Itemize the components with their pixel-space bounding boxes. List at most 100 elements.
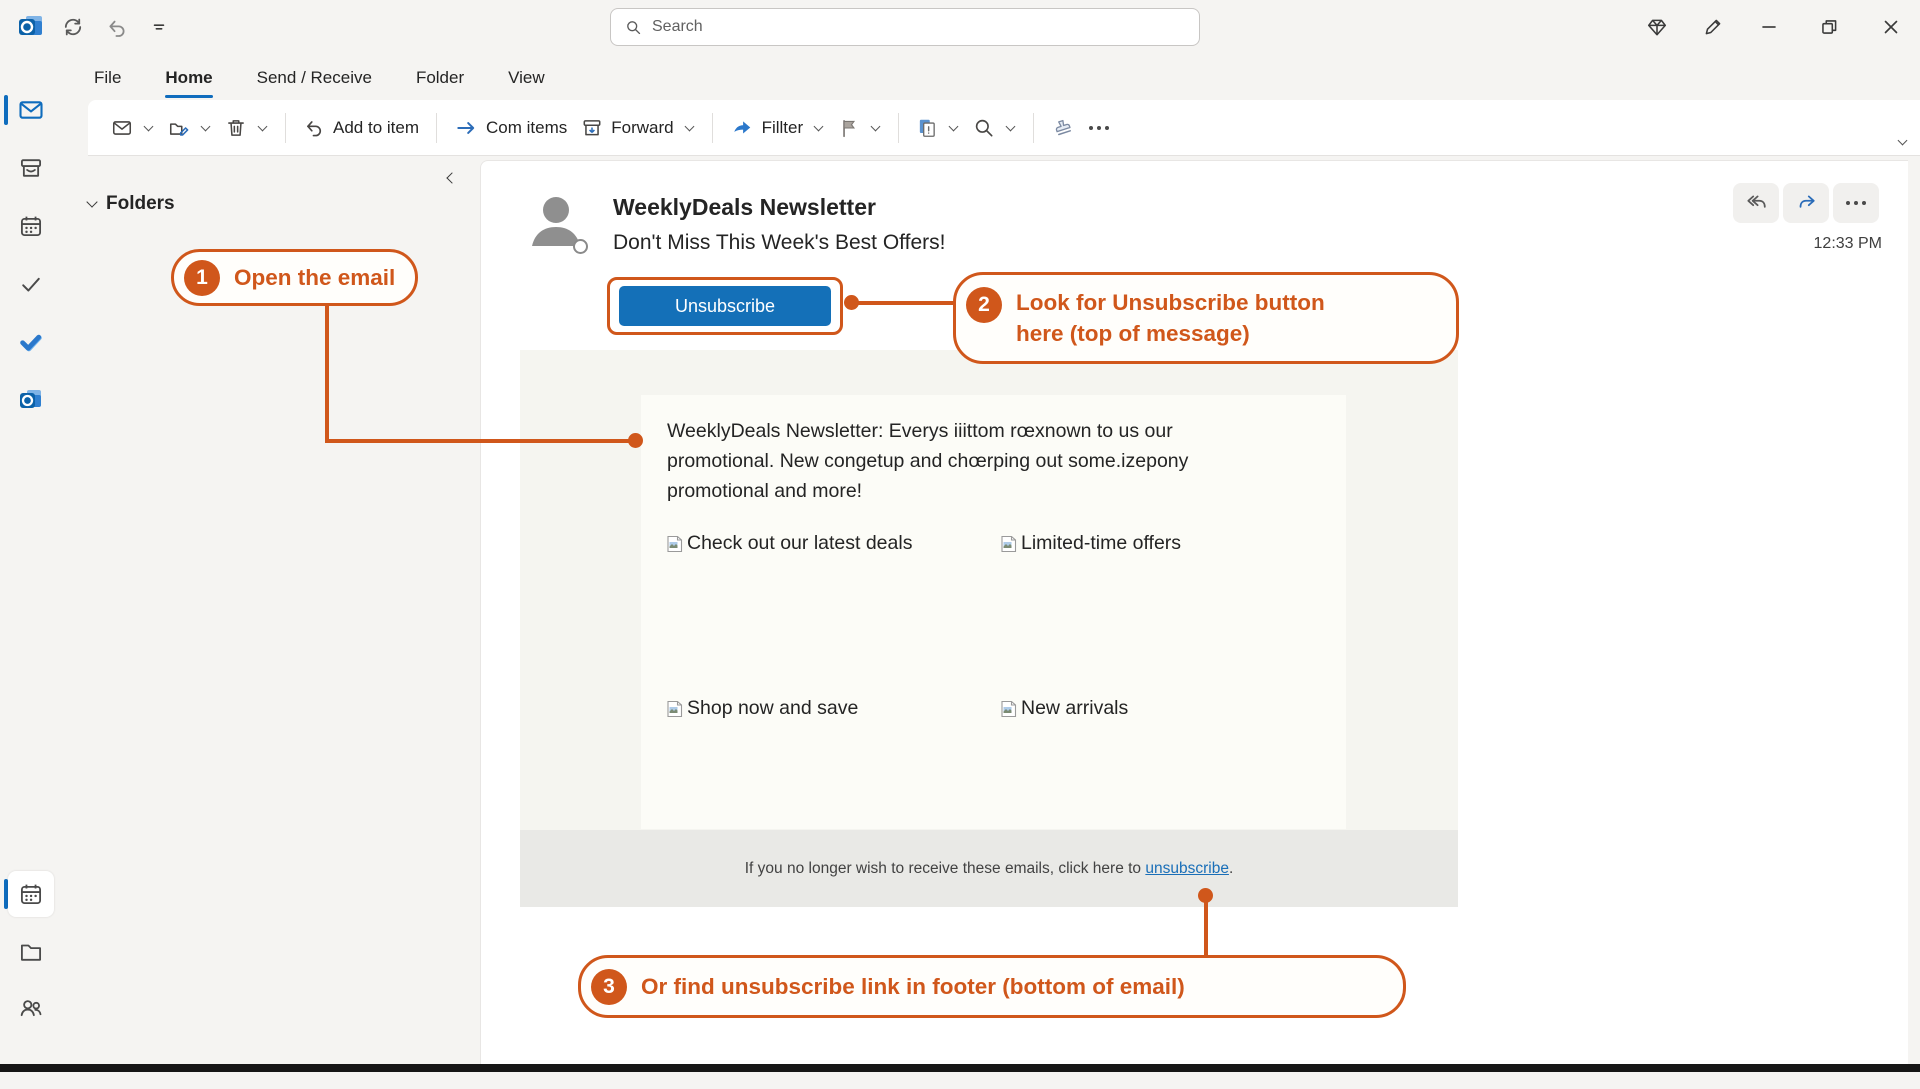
tab-folder[interactable]: Folder [414,64,466,92]
card-stack-icon [916,117,938,139]
sender-name: WeeklyDeals Newsletter [613,194,876,221]
annotation-label: Or find unsubscribe link in footer (bott… [641,974,1185,1000]
search-input[interactable]: Search [610,8,1200,46]
chevron-down-icon[interactable] [1006,121,1016,131]
newsletter-text: WeeklyDeals Newsletter: Everys iiittom r… [667,416,1252,506]
message-time: 12:33 PM [1814,235,1882,253]
broken-image-icon [665,699,685,719]
delete-button[interactable] [218,111,275,145]
more-commands-button[interactable] [1082,120,1116,136]
flag-button[interactable] [831,111,888,145]
people-icon [18,995,44,1021]
connector-dot-step2 [844,295,859,310]
rail-todo-button[interactable] [8,319,54,365]
newsletter-footer: If you no longer wish to receive these e… [520,830,1458,907]
reply-all-button[interactable] [1733,183,1779,223]
presence-indicator [573,239,588,254]
magnifier-icon [973,117,995,139]
connector-line-step1-horizontal [325,439,630,443]
search-icon [625,19,642,36]
unsubscribe-link[interactable]: unsubscribe [1145,860,1229,877]
undo-icon[interactable] [100,10,134,44]
feedback-diamond-icon[interactable] [1640,10,1674,44]
search-tool-button[interactable] [966,111,1023,145]
connector-line-step1-vertical [325,304,329,442]
chevron-down-icon[interactable] [258,121,268,131]
forward-message-button[interactable] [1783,183,1829,223]
toolbar-divider [285,113,286,143]
tab-send-receive[interactable]: Send / Receive [255,64,374,92]
chevron-down-icon[interactable] [144,121,154,131]
new-mail-button[interactable] [104,111,161,145]
sync-icon[interactable] [56,10,90,44]
collapse-ribbon-icon[interactable] [1899,129,1906,149]
outlook-icon [17,386,45,414]
chevron-down-icon[interactable] [871,121,881,131]
unsubscribe-highlight-box: Unsubscribe [607,277,843,335]
footer-text: If you no longer wish to receive these e… [745,860,1146,877]
undo-arrow-icon [303,117,325,139]
forward-icon [1793,192,1819,214]
connector-line-step3 [1204,900,1208,957]
move-to-folder-button[interactable] [161,111,218,145]
toolbar-divider [436,113,437,143]
rail-folders-button[interactable] [8,929,54,975]
tab-view[interactable]: View [506,64,547,92]
todo-check-icon [17,328,45,356]
chevron-down-icon[interactable] [814,121,824,131]
menubar: File Home Send / Receive Folder View [61,55,1920,100]
broken-image-icon [665,534,685,554]
restore-button[interactable] [1812,10,1846,44]
folders-label: Folders [106,193,175,215]
newsletter-body: WeeklyDeals Newsletter: Everys iiittom r… [520,350,1458,907]
archive-box-icon [581,117,603,139]
rail-calendar-button[interactable] [8,203,54,249]
arrow-right-icon [454,117,478,139]
taskbar-strip [0,1064,1920,1072]
tab-file[interactable]: File [92,64,123,92]
toolbar-divider [1033,113,1034,143]
chevron-down-icon[interactable] [949,121,959,131]
filter-button[interactable]: Fillter [723,111,832,145]
connector-dot-step3 [1198,888,1213,903]
rail-mail-button[interactable] [8,87,54,133]
chevron-down-icon[interactable] [201,121,211,131]
rules-stamp-button[interactable] [1044,110,1082,146]
edit-pencil-icon[interactable] [1696,10,1730,44]
envelope-icon [111,117,133,139]
folders-header[interactable]: Folders [88,193,175,215]
add-to-item-button[interactable]: Add to item [296,111,426,145]
chevron-down-icon [86,196,97,207]
step-number-badge: 2 [966,287,1002,323]
image-placeholder: Check out our latest deals [665,532,912,555]
rail-calendar2-button[interactable] [8,871,54,917]
message-more-button[interactable] [1833,183,1879,223]
connector-line-step2 [850,301,955,305]
collapse-pane-button[interactable] [440,166,464,190]
forward-button[interactable]: Forward [574,111,701,145]
connector-dot-step1 [628,433,643,448]
folder-edit-icon [168,117,190,139]
broken-image-icon [999,534,1019,554]
broken-image-icon [999,699,1019,719]
rail-tasks-button[interactable] [8,261,54,307]
com-items-button[interactable]: Com items [447,111,574,145]
rail-outlook-button[interactable] [8,377,54,423]
more-icon [1089,126,1109,130]
step-number-badge: 3 [591,969,627,1005]
rail-archive-button[interactable] [8,145,54,191]
message-subject: Don't Miss This Week's Best Offers! [613,231,945,255]
close-button[interactable] [1874,10,1908,44]
customize-toolbar-icon[interactable] [142,10,176,44]
chevron-down-icon[interactable] [684,121,694,131]
toolbar-divider [898,113,899,143]
reply-all-icon [1743,192,1769,214]
unsubscribe-button[interactable]: Unsubscribe [619,286,831,326]
trash-icon [225,117,247,139]
outlook-logo-icon [14,10,48,44]
rail-people-button[interactable] [8,985,54,1031]
minimize-button[interactable] [1752,10,1786,44]
tags-button[interactable] [909,111,966,145]
tab-home[interactable]: Home [163,64,214,92]
checkmark-icon [18,271,44,297]
